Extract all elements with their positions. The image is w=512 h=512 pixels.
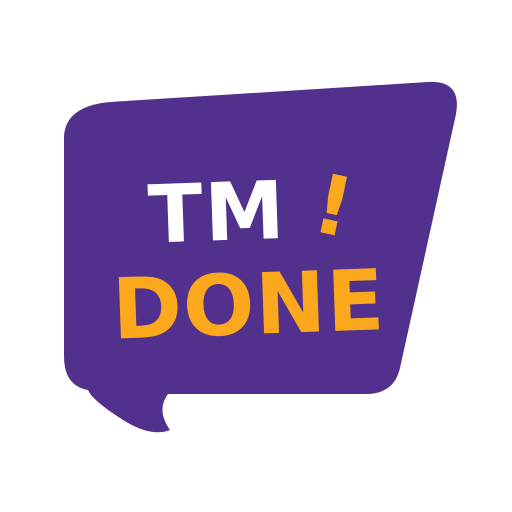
speech-bubble-logo-icon: TM ! DONE [64, 81, 457, 433]
logo-text-tm: TM [147, 164, 288, 262]
logo-canvas: TM ! DONE [0, 0, 512, 512]
logo-text-done: DONE [111, 251, 387, 358]
